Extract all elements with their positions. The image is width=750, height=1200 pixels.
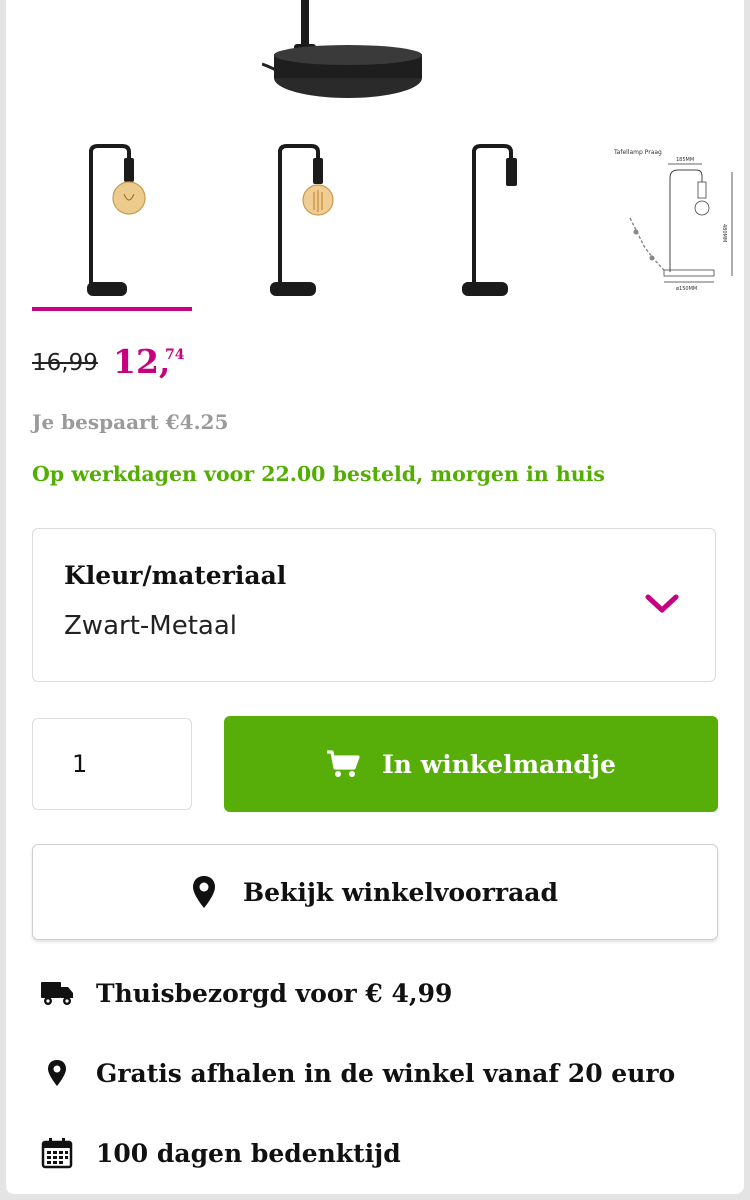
new-price-cents: 74 <box>165 347 185 363</box>
thumbnail-1[interactable] <box>32 140 192 300</box>
delivery-truck-icon <box>40 976 74 1010</box>
cart-icon <box>327 750 360 777</box>
quantity-input[interactable] <box>32 718 192 810</box>
location-pin-icon <box>40 1056 74 1090</box>
active-thumbnail-indicator <box>32 307 192 311</box>
variant-selector[interactable]: Kleur/materiaal Zwart-Metaal <box>32 528 716 682</box>
check-store-stock-button[interactable]: Bekijk winkelvoorraad <box>32 844 718 940</box>
drawing-width-label: 185MM <box>676 157 694 163</box>
savings-text: Je bespaart €4.25 <box>32 410 229 434</box>
product-hero-image[interactable] <box>262 0 432 104</box>
usp-return-text: 100 dagen bedenktijd <box>96 1138 401 1168</box>
thumbnail-dimension-drawing[interactable]: Tafellamp Praag 185MM 480MM ø150MM <box>606 142 744 302</box>
variant-label: Kleur/materiaal <box>64 561 287 590</box>
usp-pickup: Gratis afhalen in de winkel vanaf 20 eur… <box>40 1056 675 1090</box>
usp-delivery: Thuisbezorgd voor € 4,99 <box>40 976 452 1010</box>
thumbnail-3[interactable] <box>418 140 578 300</box>
check-store-stock-label: Bekijk winkelvoorraad <box>243 877 558 907</box>
add-to-cart-button[interactable]: In winkelmandje <box>224 716 718 812</box>
delivery-note: Op werkdagen voor 22.00 besteld, morgen … <box>32 462 605 486</box>
old-price: 16,99 <box>32 350 98 376</box>
drawing-base-label: ø150MM <box>676 286 697 292</box>
location-pin-icon <box>193 876 216 908</box>
thumbnail-2[interactable] <box>225 140 385 300</box>
chevron-down-icon[interactable] <box>645 593 679 615</box>
usp-return: 100 dagen bedenktijd <box>40 1136 401 1170</box>
drawing-title: Tafellamp Praag <box>613 149 662 156</box>
product-card: Tafellamp Praag 185MM 480MM ø150MM 16,99… <box>6 0 744 1194</box>
drawing-height-label: 480MM <box>721 224 727 242</box>
usp-delivery-text: Thuisbezorgd voor € 4,99 <box>96 978 453 1008</box>
new-price: 12, <box>113 342 171 381</box>
calendar-icon <box>40 1136 74 1170</box>
variant-value: Zwart-Metaal <box>64 611 237 641</box>
add-to-cart-label: In winkelmandje <box>382 749 616 779</box>
usp-pickup-text: Gratis afhalen in de winkel vanaf 20 eur… <box>96 1058 676 1088</box>
